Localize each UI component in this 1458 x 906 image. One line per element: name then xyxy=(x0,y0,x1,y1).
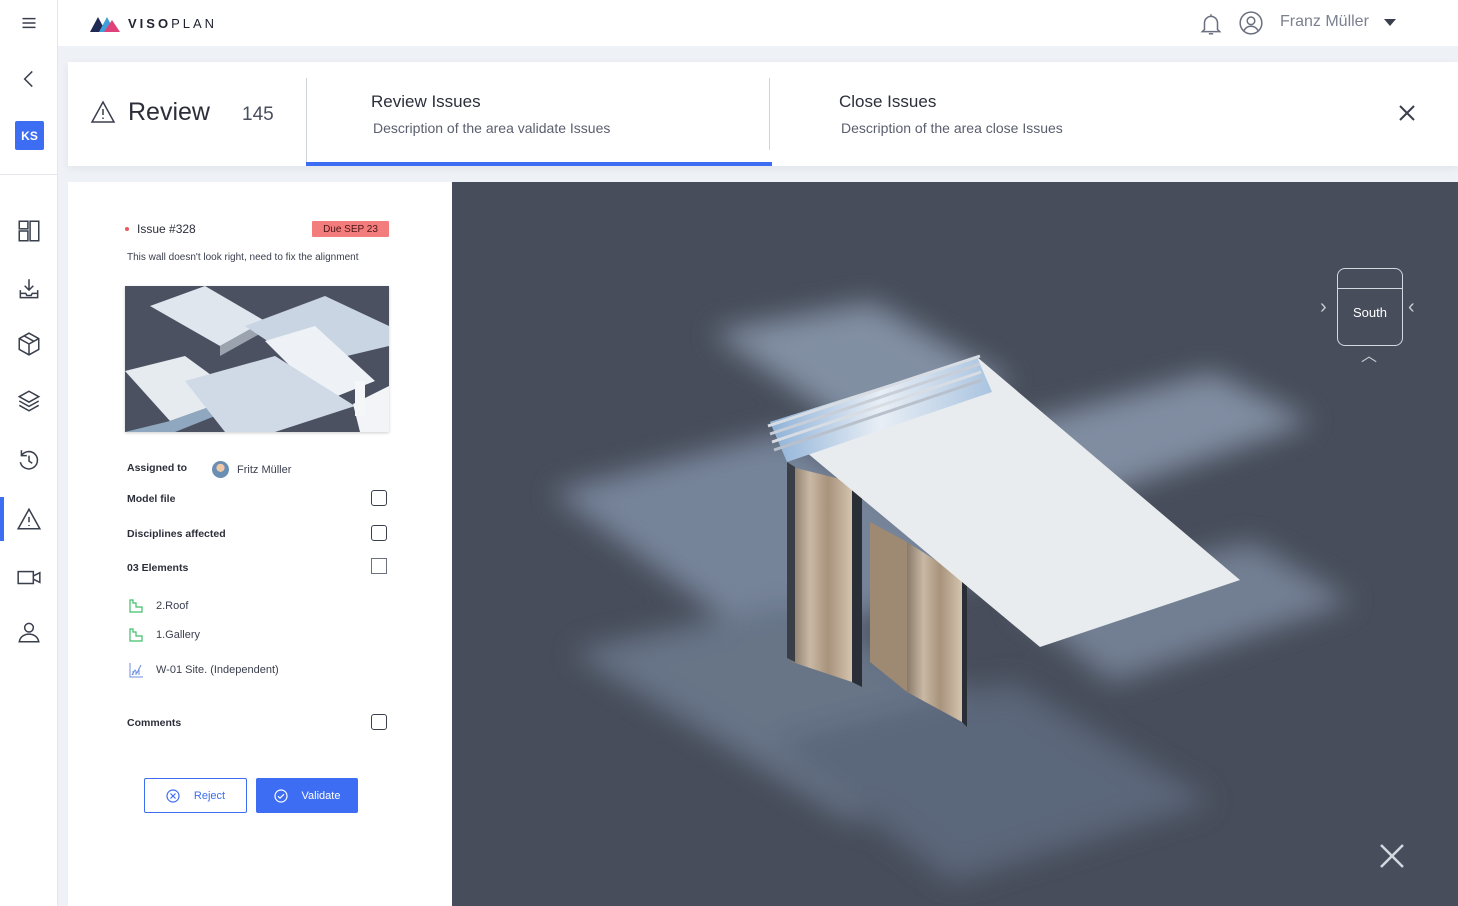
avatar xyxy=(212,461,229,478)
page-title: Review xyxy=(128,98,210,126)
assignee[interactable]: Fritz Müller xyxy=(212,461,291,478)
element-name: 2.Roof xyxy=(156,600,189,612)
assigned-label: Assigned to xyxy=(127,462,188,474)
warning-icon[interactable] xyxy=(14,504,44,534)
list-item[interactable]: W-01 Site. (Independent) xyxy=(128,662,279,678)
top-bar: VISOPLAN Franz Müller xyxy=(58,0,1458,46)
active-indicator xyxy=(0,497,4,541)
tab-title: Review Issues xyxy=(371,92,481,111)
reject-label: Reject xyxy=(193,789,226,802)
floor-level-icon xyxy=(129,628,143,642)
disciplines-label: Disciplines affected xyxy=(127,528,226,540)
element-name: W-01 Site. (Independent) xyxy=(156,664,279,676)
video-icon[interactable] xyxy=(14,562,44,592)
review-header: Review 145 Review Issues Description of … xyxy=(68,62,1458,166)
floor-level-icon xyxy=(129,599,143,613)
back-icon[interactable] xyxy=(14,64,44,94)
app-logo[interactable]: VISOPLAN xyxy=(90,14,217,32)
issue-count: 145 xyxy=(242,104,274,125)
list-item[interactable]: 1.Gallery xyxy=(128,627,200,643)
close-icon[interactable] xyxy=(1378,842,1406,875)
due-badge: Due SEP 23 xyxy=(312,221,389,237)
assignee-name: Fritz Müller xyxy=(237,463,292,476)
dashboard-icon[interactable] xyxy=(14,216,44,246)
bell-icon[interactable] xyxy=(1198,11,1224,42)
active-tab-underline xyxy=(306,162,772,166)
list-item[interactable]: 2.Roof xyxy=(128,598,188,614)
cube-icon[interactable] xyxy=(14,329,44,359)
comments-label: Comments xyxy=(127,717,182,729)
tab-title: Close Issues xyxy=(839,92,937,111)
comments-checkbox[interactable] xyxy=(371,714,387,730)
user-name[interactable]: Franz Müller xyxy=(1280,13,1369,31)
menu-icon[interactable] xyxy=(14,8,44,38)
chevron-right-icon[interactable]: › xyxy=(1320,296,1327,319)
chevron-down-icon[interactable] xyxy=(1384,19,1396,26)
rail-divider xyxy=(0,174,58,175)
tab-review-issues[interactable]: Review Issues Description of the area va… xyxy=(371,92,610,136)
logo-mark-icon xyxy=(90,17,120,32)
elements-label: 03 Elements xyxy=(127,562,189,574)
issue-id: Issue #328 xyxy=(137,222,196,236)
view-cube-top[interactable] xyxy=(1338,269,1402,289)
reject-icon xyxy=(166,788,180,803)
status-dot xyxy=(125,227,129,231)
chevron-up-icon[interactable]: ︿ xyxy=(1361,342,1377,366)
left-rail: KS xyxy=(0,0,58,906)
validate-label: Validate xyxy=(301,789,341,802)
view-direction: South xyxy=(1353,305,1387,320)
history-icon[interactable] xyxy=(14,445,44,475)
disciplines-checkbox[interactable] xyxy=(371,525,387,541)
model-file-checkbox[interactable] xyxy=(371,490,387,506)
tab-description: Description of the area validate Issues xyxy=(373,120,611,136)
site-chart-icon xyxy=(129,663,143,678)
issue-detail-panel: Issue #328 Due SEP 23 This wall doesn't … xyxy=(68,182,452,906)
model-file-label: Model file xyxy=(127,493,176,505)
brand-light: PLAN xyxy=(171,15,218,31)
download-tray-icon[interactable] xyxy=(14,274,44,304)
issue-description: This wall doesn't look right, need to fi… xyxy=(127,252,359,263)
model-viewer[interactable]: › South ‹ ︿ xyxy=(452,182,1458,906)
user-icon[interactable] xyxy=(14,617,44,647)
warning-icon xyxy=(90,100,116,129)
check-circle-icon xyxy=(273,788,288,803)
model-canvas[interactable] xyxy=(452,182,1458,906)
header-divider xyxy=(306,78,307,164)
close-icon[interactable] xyxy=(1398,104,1416,127)
tab-close-issues[interactable]: Close Issues Description of the area clo… xyxy=(839,92,1063,136)
issue-thumbnail[interactable] xyxy=(125,286,389,432)
view-cube[interactable]: South xyxy=(1337,268,1403,346)
brand-strong: VISO xyxy=(128,15,172,31)
tab-description: Description of the area close Issues xyxy=(841,120,1063,136)
workspace-badge[interactable]: KS xyxy=(15,121,44,150)
element-name: 1.Gallery xyxy=(156,629,201,641)
elements-checkbox[interactable] xyxy=(371,558,387,574)
account-icon[interactable] xyxy=(1238,10,1264,41)
chevron-left-icon[interactable]: ‹ xyxy=(1408,296,1415,319)
validate-button[interactable]: Validate xyxy=(256,778,358,813)
reject-button[interactable]: Reject xyxy=(144,778,247,813)
header-divider xyxy=(769,78,770,150)
layers-icon[interactable] xyxy=(14,386,44,416)
